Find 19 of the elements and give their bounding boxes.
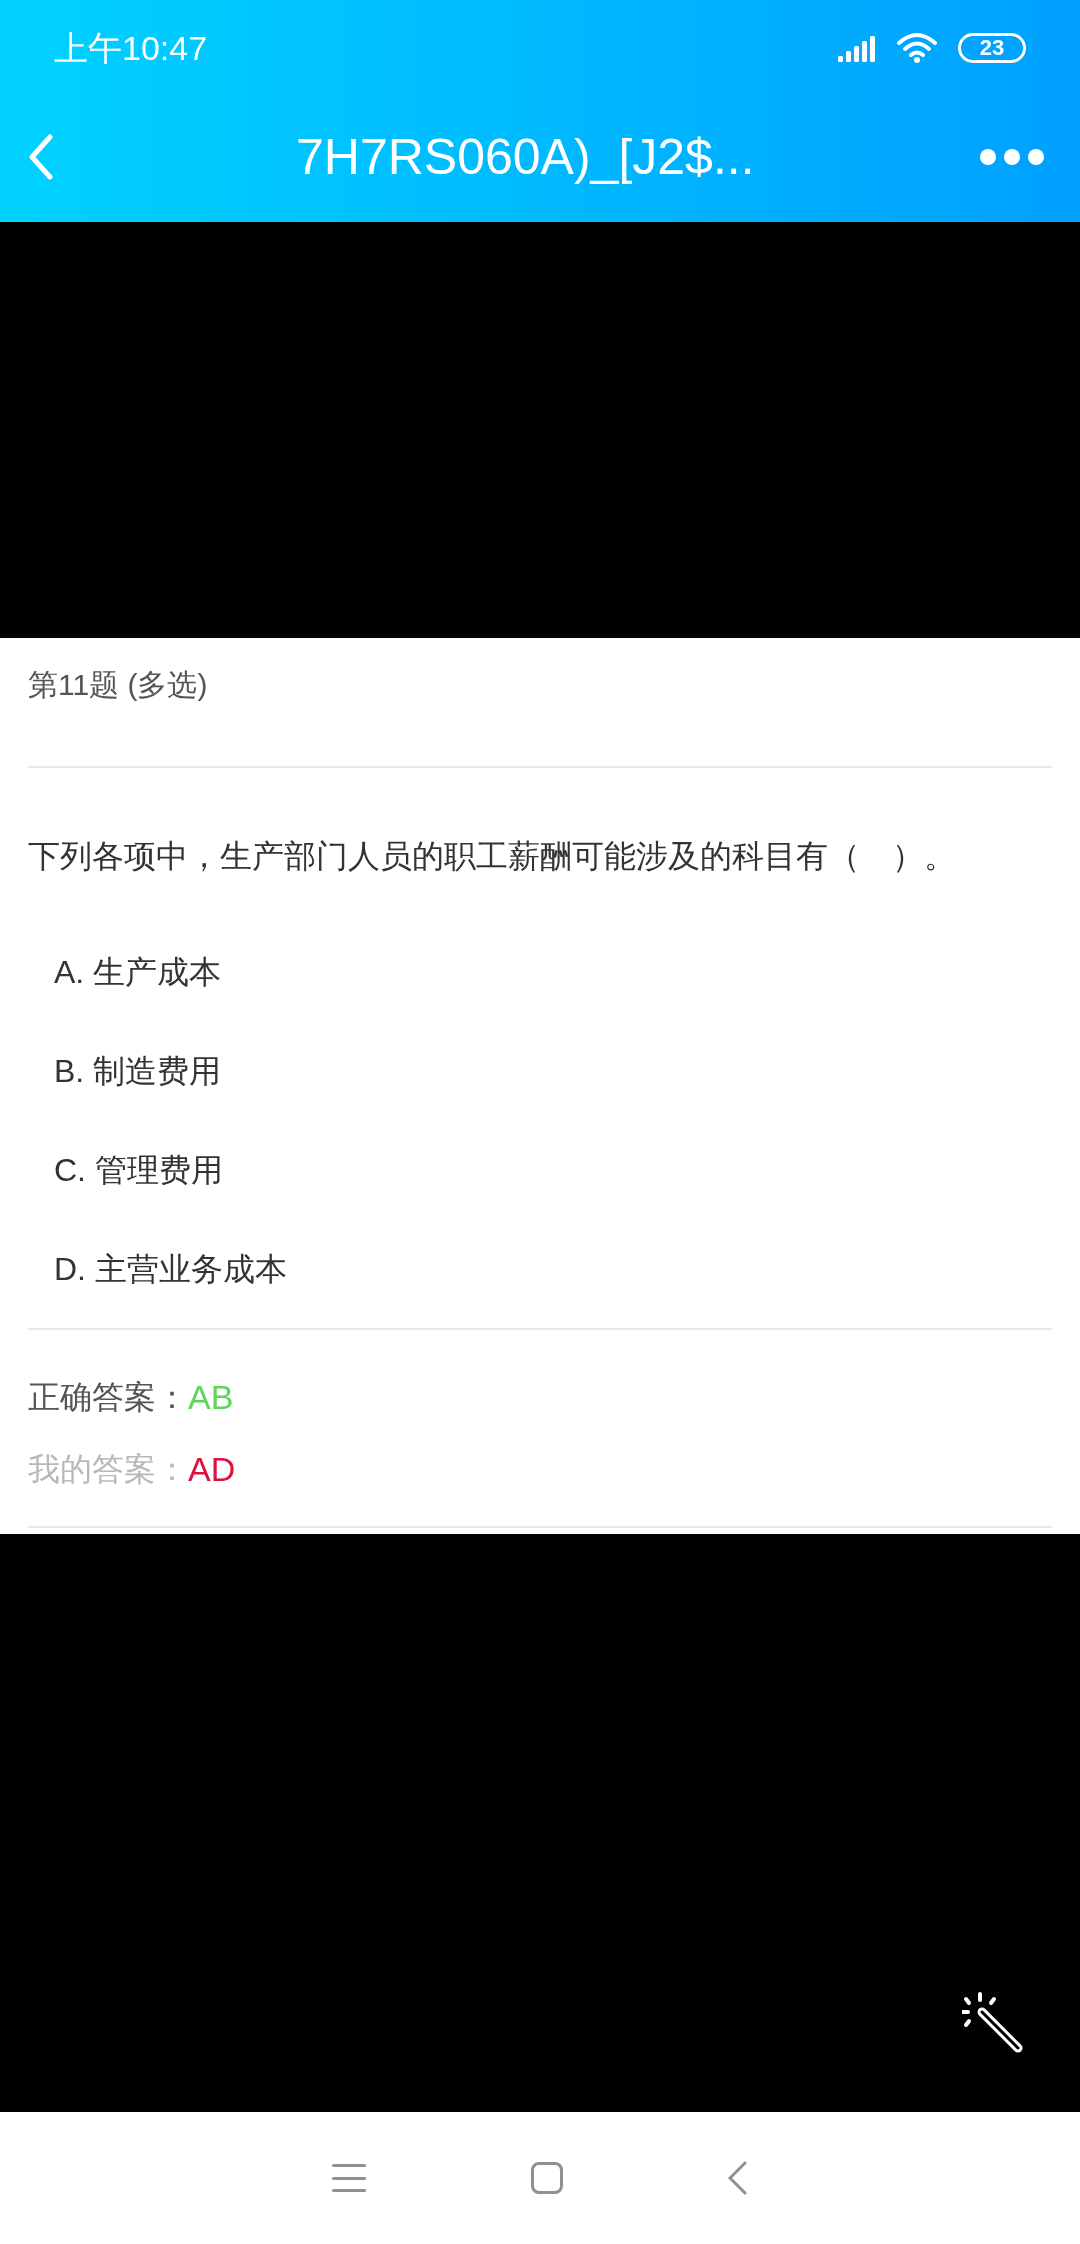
home-button[interactable]: [531, 2162, 563, 2194]
more-button[interactable]: [980, 149, 1044, 165]
answer-value: AD: [188, 1448, 236, 1490]
answer-option[interactable]: C. 管理费用: [54, 1145, 223, 1194]
answer-label: 我的答案：: [28, 1450, 188, 1489]
answer-option[interactable]: B. 制造费用: [54, 1046, 222, 1095]
battery-icon: 23: [958, 33, 1026, 63]
answer-option[interactable]: D. 主营业务成本: [54, 1244, 287, 1293]
page-title: 7H7RS060A)_[J2$...: [296, 127, 755, 187]
menu-button[interactable]: [332, 2164, 367, 2192]
back-nav-button[interactable]: [727, 2161, 748, 2195]
answer-label: 正确答案：: [28, 1378, 188, 1417]
status-time: 上午10:47: [54, 27, 208, 69]
wifi-icon: [896, 32, 938, 64]
answer-option[interactable]: A. 生产成本: [54, 947, 222, 996]
question-number: 第11题 (多选): [28, 668, 208, 701]
question-text: 下列各项中，生产部门人员的职工薪酬可能涉及的科目有（ ）。: [28, 838, 956, 874]
answer-value: AB: [188, 1376, 234, 1418]
signal-icon: [838, 34, 878, 62]
